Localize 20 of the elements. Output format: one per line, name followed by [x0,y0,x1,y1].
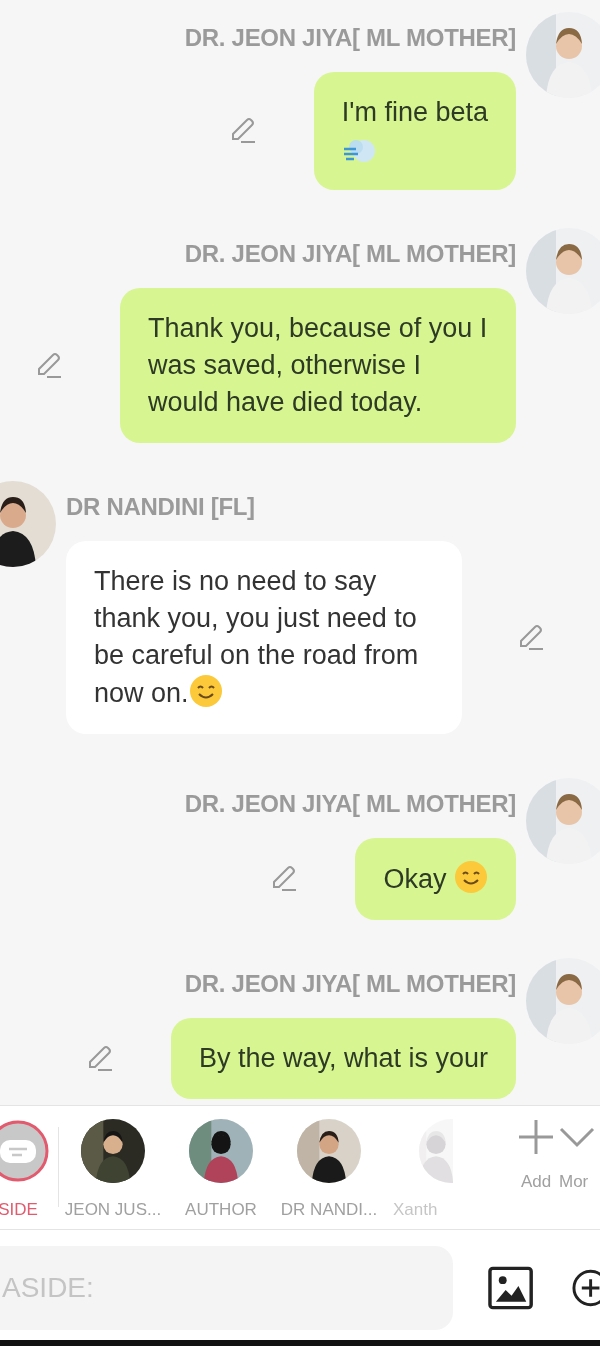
message-bubble: Thank you, because of you I was saved, otherwise I would have died today. [120,288,516,443]
sender-name: DR. JEON JIYA[ ML MOTHER] [184,969,516,999]
cast-member[interactable]: Xanth [383,1119,491,1223]
message-bubble: I'm fine beta [313,72,516,190]
message-bubble: Okay [355,838,516,920]
cast-member[interactable]: JEON JUS... [59,1119,167,1223]
smiling-face-icon [188,674,223,708]
cast-member[interactable]: AUTHOR [167,1119,275,1223]
cast-member[interactable]: DR NANDI... [275,1119,383,1223]
sender-name: DR NANDINI [FL] [66,492,255,522]
smiling-face-icon [454,860,488,894]
sender-name: DR. JEON JIYA[ ML MOTHER] [184,23,516,53]
plus-icon [518,1119,554,1155]
sender-name: DR. JEON JIYA[ ML MOTHER] [184,789,516,819]
message-bubble: By the way, what is your [170,1018,516,1099]
aside-chat-icon [0,1119,50,1183]
message-bubble: There is no need to say thank you, you just need to be careful on the road from now on. [66,541,462,734]
image-icon[interactable] [488,1266,534,1310]
sender-name: DR. JEON JIYA[ ML MOTHER] [184,239,516,269]
more-button[interactable]: Mor [555,1119,600,1195]
